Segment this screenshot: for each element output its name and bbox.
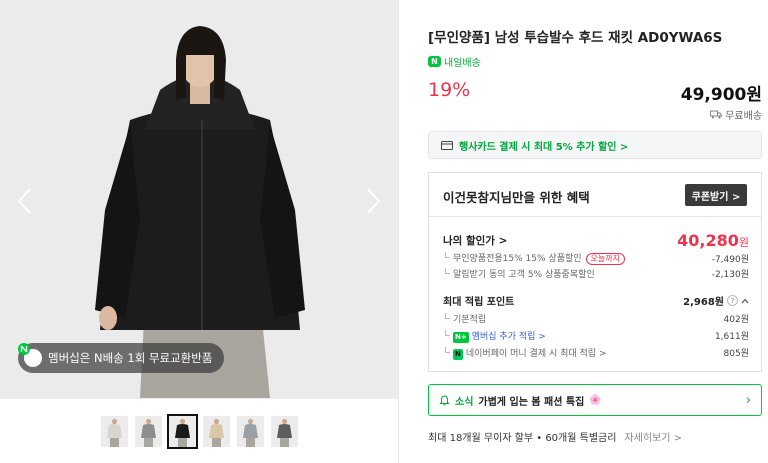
product-thumbnail[interactable] bbox=[134, 415, 162, 447]
product-thumbnail[interactable] bbox=[100, 415, 128, 447]
point-row-label: N 네이버페이 머니 결제 시 최대 적립 > bbox=[443, 346, 607, 360]
coupon-button[interactable]: 쿠폰받기 > bbox=[685, 184, 747, 206]
my-price-amount: 40,280 bbox=[677, 231, 739, 250]
point-row-value: 402원 bbox=[723, 315, 749, 325]
discount-row: 무인양품전용15% 15% 상품할인 오늘까지 -7,490원 bbox=[443, 251, 749, 265]
discount-row-label: 무인양품전용15% 15% 상품할인 오늘까지 bbox=[443, 251, 625, 265]
product-title: [무인양품] 남성 투습발수 후드 재킷 AD0YWA6S bbox=[428, 30, 723, 46]
my-price-row[interactable]: 나의 할인가 > 40,280원 bbox=[443, 231, 749, 250]
point-row: 기본적립 402원 bbox=[443, 312, 749, 325]
shipping-info: 무료배송 bbox=[710, 107, 762, 122]
discount-row-value: -7,490원 bbox=[711, 254, 749, 265]
discount-row-value: -2,130원 bbox=[711, 270, 749, 280]
benefit-box: 이건못참지님만을 위한 혜택 쿠폰받기 > 나의 할인가 > 40,280원 무… bbox=[428, 172, 762, 372]
discount-row: 알림받기 동의 고객 5% 상품중복할인 -2,130원 bbox=[443, 267, 749, 280]
product-page: 멤버십은 N배송 1회 무료교환반품 [무인양품] 남성 투습발수 후드 재킷 … bbox=[0, 0, 768, 463]
thumbnail-image bbox=[276, 418, 292, 447]
naver-membership-icon bbox=[18, 343, 42, 367]
n-delivery-icon: N bbox=[428, 56, 441, 67]
spring-tag: 소식 bbox=[455, 396, 474, 408]
installment-text: 최대 18개월 무이자 할부 • 60개월 특별금리 bbox=[428, 433, 617, 444]
my-price-value: 40,280원 bbox=[677, 231, 749, 250]
shipping-label: 무료배송 bbox=[725, 111, 762, 122]
card-promo-text: 행사카드 결제 시 최대 5% 추가 할인 > bbox=[459, 141, 629, 153]
thumbnail-image bbox=[174, 418, 190, 447]
product-thumbnail[interactable] bbox=[202, 415, 230, 447]
my-price-label: 나의 할인가 > bbox=[443, 235, 508, 247]
chevron-left-icon bbox=[17, 188, 31, 214]
installment-more-link[interactable]: 자세히보기 > bbox=[624, 429, 682, 444]
point-row-label: 기본적립 bbox=[443, 312, 486, 325]
membership-badge-text: 멤버십은 N배송 1회 무료교환반품 bbox=[48, 351, 213, 365]
discount-rate: 19% bbox=[428, 79, 471, 101]
installment-info: 최대 18개월 무이자 할부 • 60개월 특별금리 자세히보기 > bbox=[428, 429, 682, 444]
chevron-up-icon[interactable] bbox=[741, 298, 749, 304]
membership-badge: 멤버십은 N배송 1회 무료교환반품 bbox=[18, 343, 225, 373]
product-gallery: 멤버십은 N배송 1회 무료교환반품 bbox=[0, 0, 398, 463]
naver-plus-icon: N+ bbox=[453, 331, 469, 343]
benefit-title: 이건못참지님만을 위한 혜택 bbox=[443, 190, 590, 205]
thumbnail-image bbox=[140, 418, 156, 447]
help-icon[interactable]: ? bbox=[727, 295, 738, 306]
gallery-prev-arrow[interactable] bbox=[14, 186, 36, 216]
naver-pay-icon: N bbox=[453, 348, 463, 360]
flower-icon: 🌸 bbox=[589, 394, 602, 406]
point-row-value: 805원 bbox=[723, 349, 749, 360]
chevron-right-icon: › bbox=[745, 392, 751, 408]
benefit-header: 이건못참지님만을 위한 혜택 쿠폰받기 > bbox=[429, 173, 761, 217]
my-price-unit: 원 bbox=[738, 236, 749, 249]
delivery-badge: N 내일배송 bbox=[428, 54, 481, 69]
points-row: 최대 적립 포인트 2,968원 ? bbox=[443, 293, 749, 308]
thumbnail-image bbox=[208, 418, 224, 447]
delivery-label: 내일배송 bbox=[444, 58, 481, 69]
today-only-tag: 오늘까지 bbox=[585, 253, 625, 265]
thumbnail-image bbox=[242, 418, 258, 447]
point-row[interactable]: N 네이버페이 머니 결제 시 최대 적립 > 805원 bbox=[443, 346, 749, 360]
point-row-label: N+ 멤버십 추가 적립 > bbox=[443, 329, 546, 343]
product-info: [무인양품] 남성 투습발수 후드 재킷 AD0YWA6S N 내일배송 19%… bbox=[428, 0, 762, 463]
card-promo-banner[interactable]: 행사카드 결제 시 최대 5% 추가 할인 > bbox=[428, 131, 762, 159]
gallery-next-arrow[interactable] bbox=[362, 186, 384, 216]
product-thumbnail[interactable] bbox=[236, 415, 264, 447]
bell-icon bbox=[439, 394, 450, 405]
discount-row-label: 알림받기 동의 고객 5% 상품중복할인 bbox=[443, 267, 595, 280]
spring-text: 가볍게 입는 봄 패션 특집 bbox=[478, 396, 585, 408]
points-value: 2,968원 ? bbox=[683, 293, 749, 308]
thumbnail-strip bbox=[0, 398, 398, 463]
truck-icon bbox=[710, 110, 723, 119]
points-label: 최대 적립 포인트 bbox=[443, 297, 515, 308]
product-thumbnail[interactable] bbox=[270, 415, 298, 447]
model-photo bbox=[0, 0, 398, 398]
spring-fashion-banner[interactable]: 소식 가볍게 입는 봄 패션 특집 🌸 › bbox=[428, 384, 762, 416]
product-main-image[interactable]: 멤버십은 N배송 1회 무료교환반품 bbox=[0, 0, 398, 398]
chevron-right-icon bbox=[367, 188, 381, 214]
point-row[interactable]: N+ 멤버십 추가 적립 > 1,611원 bbox=[443, 329, 749, 343]
product-price: 49,900원 bbox=[680, 85, 762, 105]
credit-card-icon bbox=[441, 140, 453, 150]
product-thumbnail[interactable] bbox=[166, 413, 198, 449]
point-row-value: 1,611원 bbox=[714, 332, 749, 343]
thumbnail-image bbox=[106, 418, 122, 447]
column-divider bbox=[398, 0, 399, 463]
